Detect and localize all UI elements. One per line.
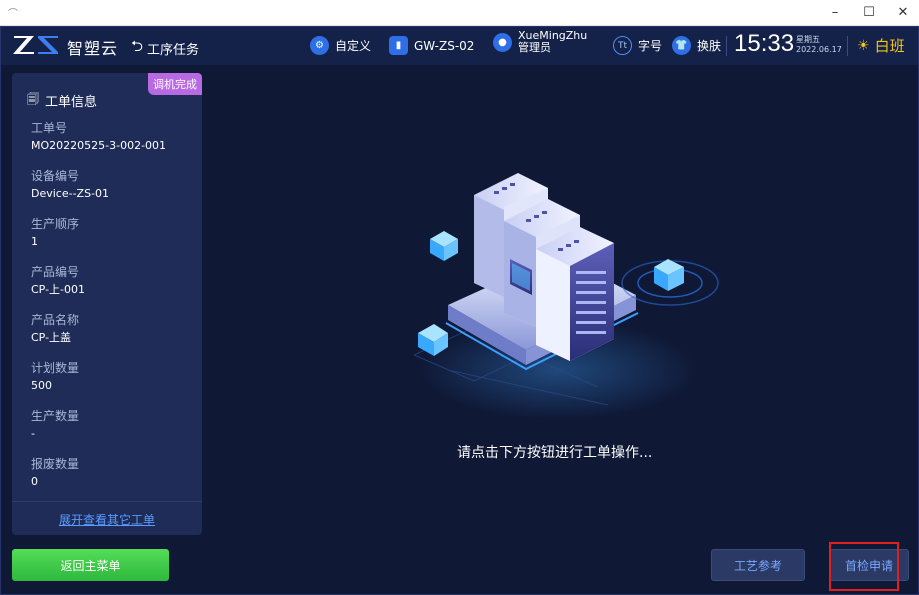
app-window: 智塑云 ⮌ 工序任务 ⚙ 自定义 ▮ GW-ZS-02 ● XueMingZhu… [0, 26, 919, 595]
field-planned-qty: 计划数量 500 [31, 360, 196, 408]
field-value: - [31, 427, 35, 440]
shift-indicator: ☀ 白班 [857, 35, 905, 56]
field-value: CP-上-001 [31, 283, 86, 296]
field-device-no: 设备编号 Device--ZS-01 [31, 168, 196, 216]
panel-title-label: 工单信息 [45, 95, 98, 110]
header-divider [726, 36, 727, 56]
user-icon: ● [493, 32, 512, 52]
os-title-bar: ⌒ – ☐ ✕ [0, 0, 919, 26]
highlight-box [829, 542, 899, 591]
field-scrap-qty: 报废数量 0 [31, 456, 196, 504]
custom-label: 自定义 [335, 39, 372, 53]
return-main-menu-button[interactable]: 返回主菜单 [12, 549, 169, 581]
skin-button[interactable]: 👕 换肤 [672, 36, 721, 55]
station-icon: ▮ [389, 36, 408, 55]
process-task-label: 工序任务 [147, 43, 200, 58]
field-value: 500 [31, 379, 52, 392]
app-header: 智塑云 ⮌ 工序任务 ⚙ 自定义 ▮ GW-ZS-02 ● XueMingZhu… [1, 27, 918, 65]
field-label: 生产顺序 [31, 217, 80, 231]
field-label: 产品名称 [31, 313, 80, 327]
gear-icon: ⚙ [310, 36, 329, 55]
field-production-order: 生产顺序 1 [31, 216, 196, 264]
field-label: 计划数量 [31, 361, 80, 375]
process-reference-button[interactable]: 工艺参考 [711, 549, 805, 581]
field-product-no: 产品编号 CP-上-001 [31, 264, 196, 312]
panel-title: 🗐 工单信息 [27, 90, 97, 111]
field-list: 工单号 MO20220525-3-002-001 设备编号 Device--ZS… [31, 120, 196, 504]
field-work-order-no: 工单号 MO20220525-3-002-001 [31, 120, 196, 168]
brand-name: 智塑云 [67, 39, 119, 58]
tshirt-icon: 👕 [672, 36, 691, 55]
server-illustration [413, 173, 719, 420]
station-selector[interactable]: ▮ GW-ZS-02 [389, 36, 474, 55]
field-label: 生产数量 [31, 409, 80, 423]
user-role: 管理员 [518, 41, 551, 54]
maximize-button[interactable]: ☐ [852, 0, 886, 26]
field-value: 1 [31, 235, 38, 248]
document-icon: 🗐 [27, 92, 39, 106]
cube-right [621, 259, 719, 306]
field-produced-qty: 生产数量 - [31, 408, 196, 456]
process-task-button[interactable]: ⮌ 工序任务 [131, 36, 199, 61]
clock-time: 15:33 [734, 30, 795, 57]
close-button[interactable]: ✕ [886, 0, 919, 26]
panel-divider [12, 501, 202, 502]
font-size-label: 字号 [638, 39, 663, 53]
back-cycle-icon: ⮌ [131, 37, 144, 55]
field-label: 工单号 [31, 121, 68, 135]
shift-label: 白班 [874, 37, 905, 55]
font-size-button[interactable]: Tt 字号 [613, 36, 662, 55]
skin-label: 换肤 [697, 39, 722, 53]
header-divider [847, 36, 848, 56]
field-label: 设备编号 [31, 169, 80, 183]
sun-icon: ☀ [857, 37, 870, 54]
date-display: 星期五 2022.06.17 [796, 35, 842, 55]
minimize-button[interactable]: – [818, 0, 852, 26]
app-icon: ⌒ [8, 9, 18, 20]
weekday: 星期五 [796, 35, 820, 44]
work-order-panel: 调机完成 🗐 工单信息 工单号 MO20220525-3-002-001 设备编… [12, 73, 202, 535]
expand-other-orders-link[interactable]: 展开查看其它工单 [12, 511, 202, 528]
custom-button[interactable]: ⚙ 自定义 [310, 36, 371, 55]
field-value: MO20220525-3-002-001 [31, 139, 167, 152]
field-label: 报废数量 [31, 457, 80, 471]
font-size-icon: Tt [613, 36, 632, 55]
field-product-name: 产品名称 CP-上盖 [31, 312, 196, 360]
status-badge: 调机完成 [148, 73, 202, 95]
field-label: 产品编号 [31, 265, 80, 279]
user-info[interactable]: ● XueMingZhu 管理员 [493, 30, 587, 54]
station-label: GW-ZS-02 [414, 38, 475, 53]
field-value: Device--ZS-01 [31, 187, 110, 200]
operation-prompt: 请点击下方按钮进行工单操作... [457, 445, 653, 461]
field-value: CP-上盖 [31, 331, 72, 344]
date: 2022.06.17 [796, 45, 842, 54]
field-value: 0 [31, 475, 38, 488]
cube-left-top [430, 231, 458, 261]
zs-logo-icon [13, 36, 58, 54]
